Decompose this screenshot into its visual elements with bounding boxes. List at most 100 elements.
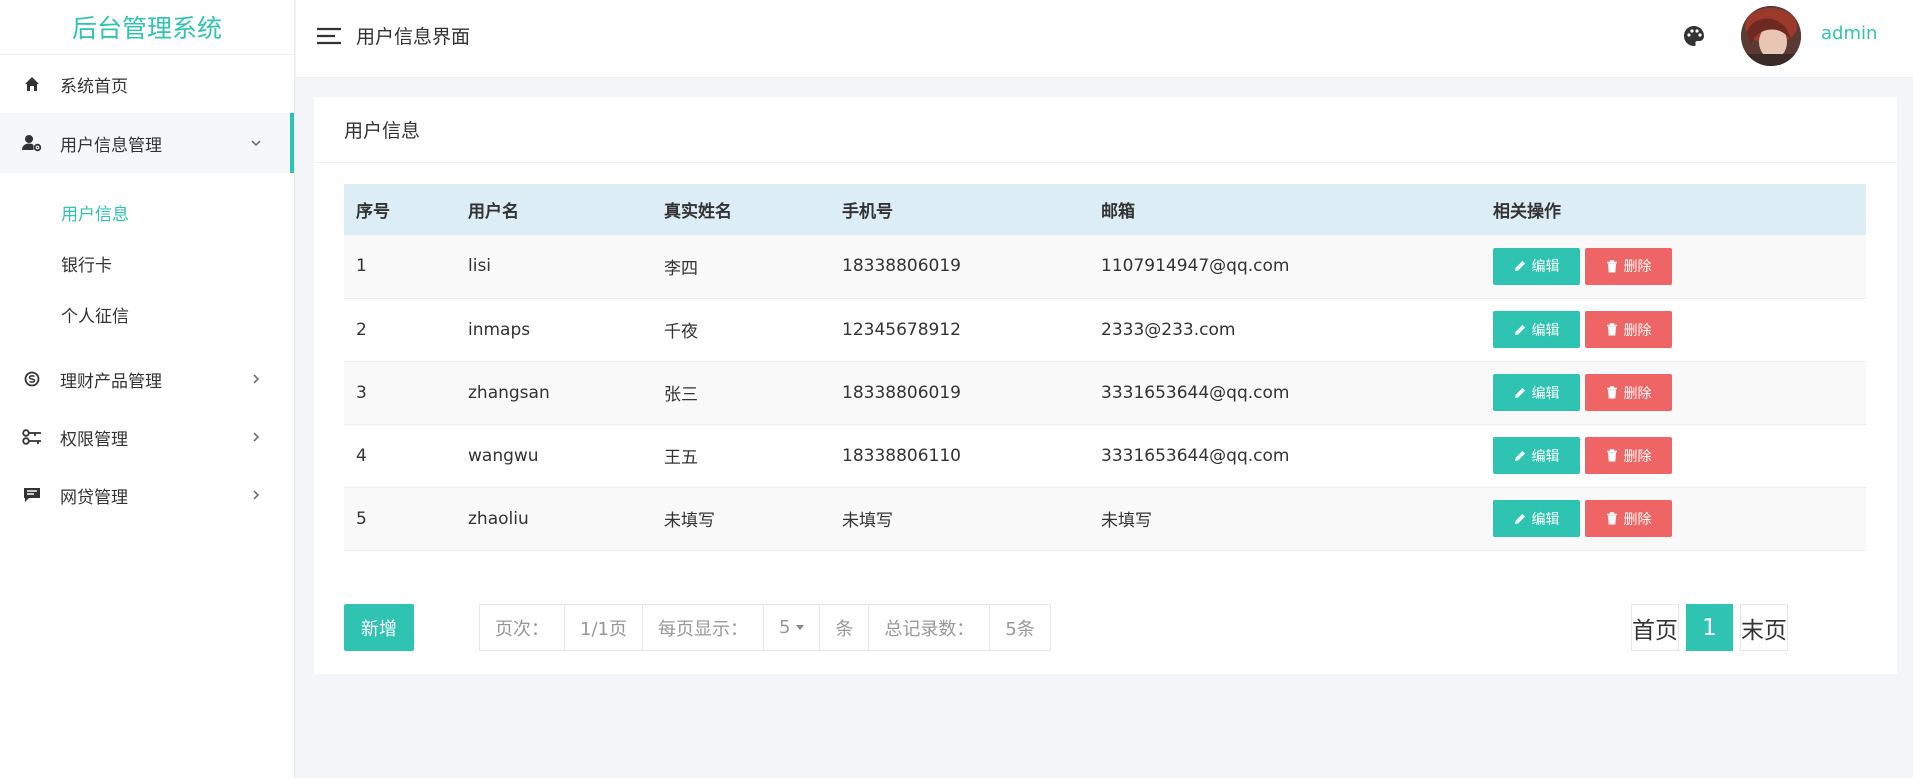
caret-down-icon bbox=[796, 625, 805, 630]
cell-no: 5 bbox=[344, 487, 456, 551]
column-header: 序号 bbox=[344, 184, 456, 235]
sidebar-item-user-management[interactable]: 用户信息管理 bbox=[0, 113, 294, 173]
avatar[interactable] bbox=[1741, 6, 1801, 66]
sidebar-item-permissions[interactable]: 权限管理 bbox=[0, 408, 294, 466]
delete-label: 删除 bbox=[1623, 322, 1652, 339]
cell-email: 2333@233.com bbox=[1089, 298, 1481, 362]
trash-icon bbox=[1606, 449, 1617, 462]
cell-email: 3331653644@qq.com bbox=[1089, 361, 1481, 425]
brand-title: 后台管理系统 bbox=[0, 0, 294, 55]
sidebar-subitem-user-info[interactable]: 用户信息 bbox=[0, 187, 294, 238]
sidebar-item-home[interactable]: 系统首页 bbox=[0, 55, 294, 113]
edit-button[interactable]: 编辑 bbox=[1493, 247, 1580, 285]
column-header: 用户名 bbox=[456, 184, 652, 235]
sidebar-item-finance-products[interactable]: 理财产品管理 bbox=[0, 350, 294, 408]
edit-button[interactable]: 编辑 bbox=[1493, 500, 1580, 537]
column-header: 真实姓名 bbox=[652, 184, 830, 235]
sidebar-item-label: 理财产品管理 bbox=[60, 371, 162, 392]
pencil-icon bbox=[1514, 450, 1525, 461]
edit-button[interactable]: 编辑 bbox=[1493, 311, 1580, 348]
sidebar-item-label: 网贷管理 bbox=[60, 487, 128, 508]
chevron-down-icon bbox=[250, 137, 262, 149]
table-row: 4 wangwu 王五 18338806110 3331653644@qq.co… bbox=[344, 424, 1866, 488]
page-value: 1/1页 bbox=[565, 605, 643, 650]
pencil-icon bbox=[1514, 513, 1525, 524]
sidebar: 后台管理系统 系统首页 用户信息管理 用户信息 银行卡 个人征信 理财产品管理 bbox=[0, 0, 295, 778]
table-header-row: 序号 用户名 真实姓名 手机号 邮箱 相关操作 bbox=[344, 184, 1866, 235]
cell-realname: 王五 bbox=[652, 424, 830, 488]
cell-realname: 张三 bbox=[652, 361, 830, 425]
trash-icon bbox=[1606, 260, 1617, 273]
cell-actions: 编辑 删除 bbox=[1481, 298, 1866, 362]
cell-actions: 编辑 删除 bbox=[1481, 361, 1866, 425]
cell-no: 2 bbox=[344, 298, 456, 362]
column-header: 邮箱 bbox=[1089, 184, 1481, 235]
column-header: 相关操作 bbox=[1481, 184, 1866, 235]
edit-label: 编辑 bbox=[1531, 259, 1560, 276]
page-title: 用户信息界面 bbox=[356, 26, 471, 48]
cell-phone: 12345678912 bbox=[830, 298, 1089, 362]
cell-actions: 编辑 删除 bbox=[1481, 487, 1866, 551]
total-value: 5条 bbox=[1005, 618, 1035, 640]
page-label: 页次： bbox=[480, 605, 565, 650]
cell-email: 未填写 bbox=[1089, 487, 1481, 551]
chevron-right-icon bbox=[250, 431, 262, 443]
page-number-button[interactable]: 1 bbox=[1686, 604, 1733, 651]
cell-no: 4 bbox=[344, 424, 456, 488]
cell-no: 3 bbox=[344, 361, 456, 425]
pencil-icon bbox=[1514, 387, 1525, 398]
user-settings-icon bbox=[20, 131, 44, 155]
sidebar-subitem-credit[interactable]: 个人征信 bbox=[0, 289, 294, 340]
skype-icon bbox=[20, 367, 44, 391]
cell-no: 1 bbox=[344, 235, 456, 299]
pencil-icon bbox=[1514, 324, 1525, 335]
chevron-right-icon bbox=[250, 373, 262, 385]
cell-phone: 18338806110 bbox=[830, 424, 1089, 488]
sidebar-subitem-bank-card[interactable]: 银行卡 bbox=[0, 238, 294, 289]
cell-username: inmaps bbox=[456, 298, 652, 362]
edit-button[interactable]: 编辑 bbox=[1493, 437, 1580, 474]
delete-label: 删除 bbox=[1623, 511, 1652, 528]
delete-button[interactable]: 删除 bbox=[1585, 500, 1672, 537]
trash-icon bbox=[1606, 386, 1617, 399]
palette-icon[interactable] bbox=[1682, 24, 1706, 48]
table-row: 1 lisi 李四 18338806019 1107914947@qq.com … bbox=[344, 235, 1866, 299]
add-button[interactable]: 新增 bbox=[344, 604, 414, 651]
cell-phone: 未填写 bbox=[830, 487, 1089, 551]
sidebar-item-label: 权限管理 bbox=[60, 429, 128, 450]
menu-toggle-icon[interactable] bbox=[316, 26, 342, 46]
total-label: 总记录数： bbox=[869, 605, 991, 650]
delete-button[interactable]: 删除 bbox=[1585, 437, 1672, 474]
delete-label: 删除 bbox=[1623, 385, 1652, 402]
delete-button[interactable]: 删除 bbox=[1585, 247, 1672, 285]
username-link[interactable]: admin bbox=[1821, 23, 1877, 44]
per-page-label: 每页显示： bbox=[643, 605, 764, 650]
cell-phone: 18338806019 bbox=[830, 361, 1089, 425]
table-row: 3 zhangsan 张三 18338806019 3331653644@qq.… bbox=[344, 361, 1866, 425]
cell-email: 1107914947@qq.com bbox=[1089, 235, 1481, 299]
trash-icon bbox=[1606, 512, 1617, 525]
table-row: 2 inmaps 千夜 12345678912 2333@233.com 编辑 删… bbox=[344, 298, 1866, 362]
delete-button[interactable]: 删除 bbox=[1585, 311, 1672, 348]
pencil-icon bbox=[1514, 261, 1525, 272]
first-page-button[interactable]: 首页 bbox=[1631, 604, 1679, 651]
per-page-select[interactable]: 5 bbox=[764, 605, 821, 650]
sidebar-item-label: 系统首页 bbox=[60, 76, 128, 97]
key-icon bbox=[20, 425, 44, 449]
pager-info: 页次： 1/1页 每页显示： 5 条 总记录数： 5条 bbox=[479, 604, 1051, 651]
last-page-button[interactable]: 末页 bbox=[1740, 604, 1788, 651]
delete-button[interactable]: 删除 bbox=[1585, 374, 1672, 411]
sidebar-item-loan[interactable]: 网贷管理 bbox=[0, 466, 294, 524]
per-page-value: 5 bbox=[778, 617, 791, 638]
cell-email: 3331653644@qq.com bbox=[1089, 424, 1481, 488]
cell-username: zhaoliu bbox=[456, 487, 652, 551]
cell-realname: 千夜 bbox=[652, 298, 830, 362]
edit-button[interactable]: 编辑 bbox=[1493, 374, 1580, 411]
cell-username: zhangsan bbox=[456, 361, 652, 425]
cell-username: lisi bbox=[456, 235, 652, 299]
cell-realname: 李四 bbox=[652, 235, 830, 299]
cell-username: wangwu bbox=[456, 424, 652, 488]
delete-label: 删除 bbox=[1623, 259, 1652, 276]
top-header: 用户信息界面 admin bbox=[296, 0, 1913, 78]
content-card: 用户信息 序号 用户名 真实姓名 手机号 邮箱 相关操作 1 lisi 李四 1… bbox=[314, 97, 1897, 674]
